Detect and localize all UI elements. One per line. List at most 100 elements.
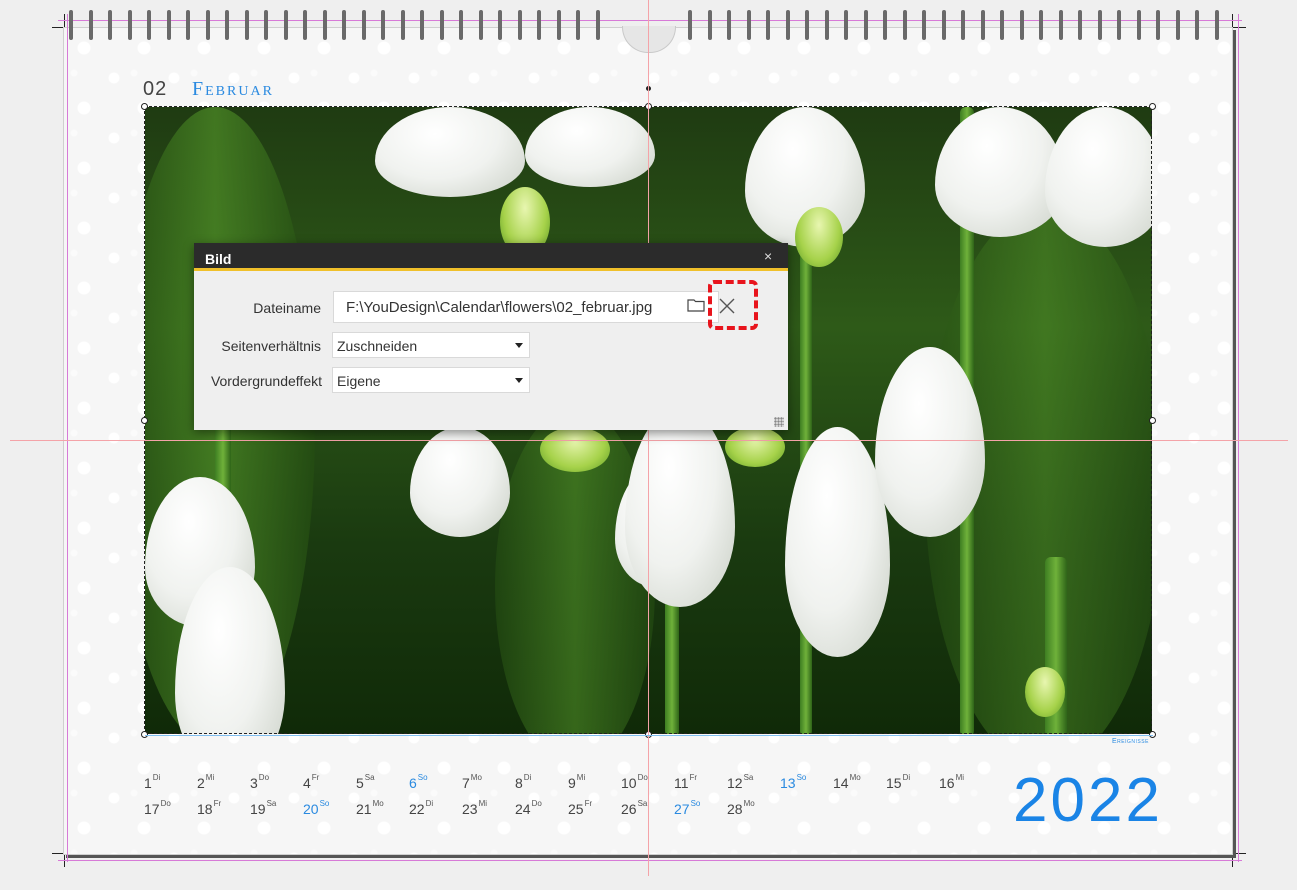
calendar-day: 25Fr — [568, 799, 593, 817]
calendar-day: 8Di — [515, 773, 532, 791]
calendar-day: 15Di — [886, 773, 911, 791]
calendar-day: 6So — [409, 773, 428, 791]
filename-value: F:\YouDesign\Calendar\flowers\02_februar… — [346, 299, 653, 316]
calendar-day: 20So — [303, 799, 330, 817]
spiral-ring — [361, 10, 366, 40]
calendar-day: 13So — [780, 773, 807, 791]
spiral-ring — [69, 10, 73, 40]
calendar-day: 22Di — [409, 799, 434, 817]
spiral-ring — [980, 10, 985, 40]
calendar-day: 16Mi — [939, 773, 965, 791]
spiral-ring — [922, 10, 926, 40]
calendar-day: 17Do — [144, 799, 171, 817]
filename-field[interactable]: F:\YouDesign\Calendar\flowers\02_februar… — [333, 291, 719, 323]
spiral-ring — [459, 10, 463, 40]
spiral-ring — [205, 10, 210, 40]
calendar-day: 21Mo — [356, 799, 384, 817]
spiral-ring — [556, 10, 561, 40]
spiral-ring — [1019, 10, 1024, 40]
crop-mark — [1232, 27, 1246, 28]
spiral-ring — [264, 10, 268, 40]
spiral-ring — [883, 10, 887, 40]
foreground-value: Eigene — [337, 373, 381, 389]
center-guide-vertical — [648, 0, 649, 876]
spiral-ring — [186, 10, 190, 40]
filename-label: Dateiname — [253, 300, 321, 316]
resize-handle-left[interactable] — [141, 417, 148, 424]
spiral-ring — [225, 10, 229, 40]
month-name: Februar — [192, 78, 274, 100]
spiral-ring — [902, 10, 907, 40]
spiral-ring — [108, 10, 112, 40]
center-guide-horizontal — [10, 440, 1288, 441]
year-label: 2022 — [1013, 766, 1163, 835]
spiral-ring — [688, 10, 692, 40]
spiral-ring — [941, 10, 946, 40]
spiral-ring — [1195, 10, 1199, 40]
spiral-ring — [961, 10, 965, 40]
folder-icon[interactable] — [687, 298, 705, 312]
calendar-day: 5Sa — [356, 773, 375, 791]
bleed-guide — [67, 14, 68, 862]
spiral-ring — [707, 10, 712, 40]
spiral-ring — [1058, 10, 1063, 40]
spiral-ring — [342, 10, 346, 40]
chevron-down-icon — [515, 378, 523, 383]
resize-handle-top-left[interactable] — [141, 103, 148, 110]
calendar-day: 19Sa — [250, 799, 277, 817]
aspect-label: Seitenverhältnis — [221, 338, 321, 354]
spiral-ring — [537, 10, 541, 40]
calendar-day: 24Do — [515, 799, 542, 817]
spiral-ring — [127, 10, 132, 40]
spiral-ring — [381, 10, 385, 40]
calendar-day: 9Mi — [568, 773, 586, 791]
bleed-guide — [1238, 14, 1239, 862]
spiral-ring — [805, 10, 809, 40]
calendar-day: 2Mi — [197, 773, 215, 791]
resize-handle-right[interactable] — [1149, 417, 1156, 424]
spiral-ring — [595, 10, 600, 40]
spiral-ring — [1000, 10, 1004, 40]
spiral-ring — [147, 10, 151, 40]
spiral-ring — [303, 10, 307, 40]
calendar-day: 26Sa — [621, 799, 648, 817]
spiral-ring — [166, 10, 171, 40]
calendar-day: 27So — [674, 799, 701, 817]
aspect-select[interactable]: Zuschneiden — [332, 332, 530, 358]
spiral-ring — [478, 10, 483, 40]
crop-mark — [1232, 14, 1233, 28]
resize-grip-icon[interactable] — [774, 417, 784, 427]
foreground-select[interactable]: Eigene — [332, 367, 530, 393]
spiral-ring — [1117, 10, 1121, 40]
day-list: 1Di 2Mi 3Do 4Fr 5Sa 6So 7Mo 8Di 9Mi 10Do 11Fr 12Sa 1… — [144, 773, 1004, 825]
calendar-day: 23Mi — [462, 799, 488, 817]
dialog-close-button[interactable]: × — [764, 248, 772, 264]
dialog-titlebar[interactable]: Bild × — [194, 243, 788, 271]
dialog-title: Bild — [205, 251, 232, 267]
spiral-ring — [766, 10, 770, 40]
spiral-ring — [420, 10, 424, 40]
chevron-down-icon — [515, 343, 523, 348]
spiral-ring — [498, 10, 502, 40]
calendar-day: 14Mo — [833, 773, 861, 791]
spiral-ring — [824, 10, 829, 40]
spiral-ring — [439, 10, 444, 40]
spiral-ring — [746, 10, 751, 40]
calendar-day: 28Mo — [727, 799, 755, 817]
bleed-guide — [58, 860, 1242, 861]
spiral-ring — [1175, 10, 1180, 40]
aspect-value: Zuschneiden — [337, 338, 418, 354]
highlight-box — [708, 280, 758, 330]
spiral-ring — [1097, 10, 1102, 40]
spiral-ring — [1078, 10, 1082, 40]
resize-handle-top-right[interactable] — [1149, 103, 1156, 110]
calendar-day: 1Di — [144, 773, 161, 791]
spiral-ring — [1156, 10, 1160, 40]
calendar-day: 7Mo — [462, 773, 482, 791]
spiral-ring — [785, 10, 790, 40]
spiral-ring — [863, 10, 868, 40]
calendar-day: 11Fr — [674, 773, 698, 791]
calendar-day: 18Fr — [197, 799, 222, 817]
image-dialog: Bild × Dateiname F:\YouDesign\Calendar\f… — [194, 243, 788, 430]
spiral-ring — [727, 10, 731, 40]
